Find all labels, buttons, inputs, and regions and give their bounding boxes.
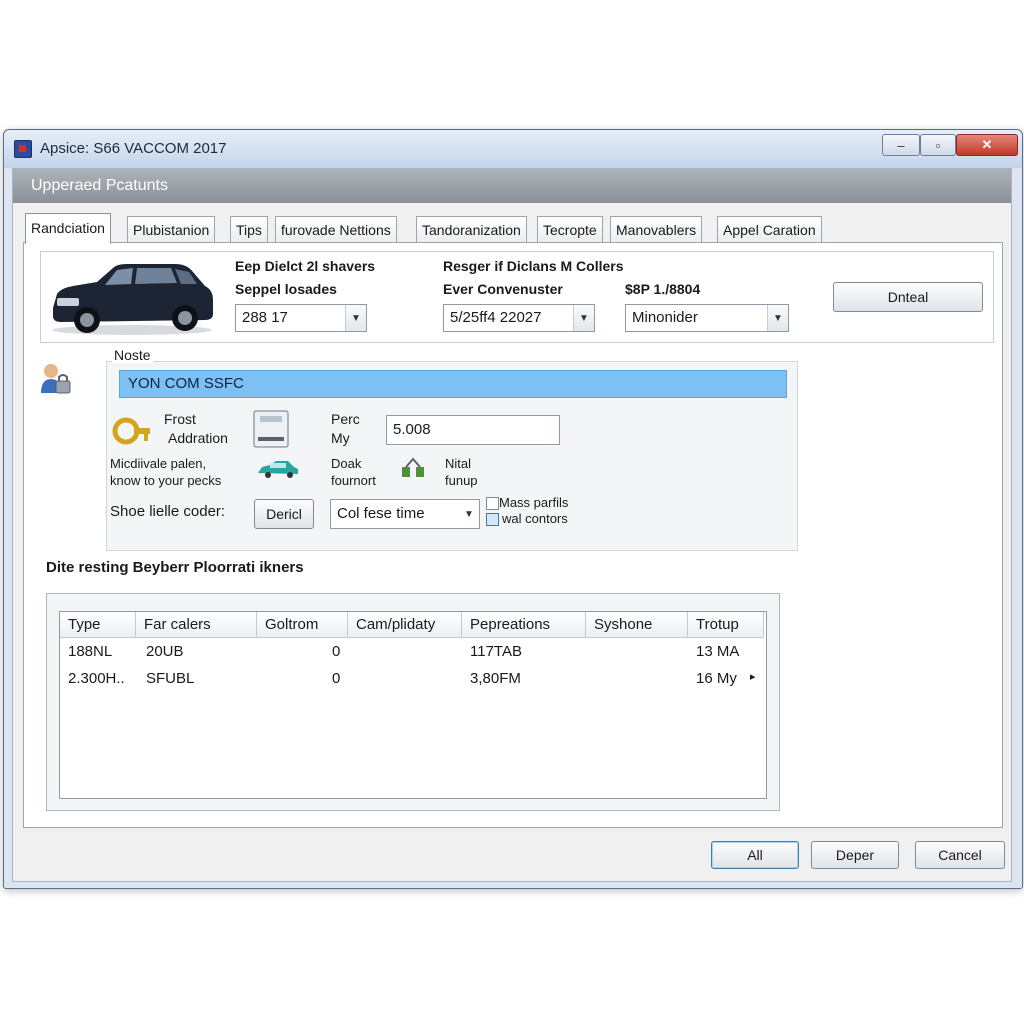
close-button[interactable]: ✕	[956, 134, 1018, 156]
drive-icon	[253, 410, 289, 448]
table-cell: 13 MA	[696, 643, 740, 660]
user-lock-icon	[41, 364, 71, 394]
app-icon	[14, 140, 32, 158]
field1-combo[interactable]: 288 17 ▼	[235, 304, 367, 332]
column-header-far-calers[interactable]: Far calers	[136, 612, 257, 638]
maximize-button[interactable]: ▫	[920, 134, 956, 156]
deper-button[interactable]: Deper	[811, 841, 899, 869]
table-cell: 20UB	[146, 643, 184, 660]
tab-randciation[interactable]: Randciation	[25, 213, 111, 244]
table-row[interactable]: 2.300H.. SFUBL 0 3,80FM 16 My ▸	[60, 667, 764, 693]
mass-parfils-label: Mass parfils	[499, 495, 569, 510]
table-cell: 188NL	[68, 643, 113, 660]
column-header-syshone[interactable]: Syshone	[586, 612, 688, 638]
field1-value: 288 17	[242, 309, 288, 326]
wal-contors-checkbox[interactable]	[486, 513, 499, 526]
dnteal-button[interactable]: Dnteal	[833, 282, 983, 312]
field2-label: Ever Convenuster	[443, 281, 563, 297]
column-header-type[interactable]: Type	[60, 612, 136, 638]
perc-value: 5.008	[393, 421, 431, 438]
all-button[interactable]: All	[711, 841, 799, 869]
mass-parfils-checkbox[interactable]	[486, 497, 499, 510]
network-icon	[402, 457, 424, 477]
chevron-right-icon[interactable]: ▸	[750, 670, 756, 683]
field2-title: Resger if Diclans M Collers	[443, 258, 624, 274]
table-row[interactable]: 188NL 20UB 0 117TAB 13 MA	[60, 640, 764, 666]
time-combo[interactable]: Col fese time ▼	[330, 499, 480, 529]
medivale-line2: know to your pecks	[110, 473, 222, 488]
key-icon	[112, 417, 150, 445]
chevron-down-icon[interactable]: ▼	[345, 305, 366, 331]
tab-manovablers[interactable]: Manovablers	[610, 216, 703, 243]
tab-tips[interactable]: Tips	[230, 216, 268, 243]
field2-value: 5/25ff4 22027	[450, 309, 542, 326]
cancel-button[interactable]: Cancel	[915, 841, 1005, 869]
vehicle-icon	[258, 461, 298, 478]
table-cell: 3,80FM	[470, 670, 521, 687]
field1-label: Seppel losades	[235, 281, 337, 297]
title-bar[interactable]: Apsice: S66 VACCOM 2017 – ▫ ✕	[4, 130, 1022, 168]
perc-label: Perc	[331, 411, 360, 427]
app-window: Apsice: S66 VACCOM 2017 – ▫ ✕ Upperaed P…	[3, 129, 1023, 889]
tab-plubistanion[interactable]: Plubistanion	[127, 216, 216, 243]
minimize-button[interactable]: –	[882, 134, 920, 156]
shoe-label: Shoe lielle coder:	[110, 503, 226, 520]
frost-label: Frost	[164, 411, 196, 427]
chevron-down-icon[interactable]: ▼	[767, 305, 788, 331]
column-header-goltrom[interactable]: Goltrom	[257, 612, 348, 638]
table-cell: 16 My	[696, 670, 737, 687]
time-combo-value: Col fese time	[337, 505, 425, 522]
table-frame: Type Far calers Goltrom Cam/plidaty Pepr…	[46, 593, 780, 811]
chevron-down-icon[interactable]: ▼	[573, 305, 594, 331]
page-title: Upperaed Pcatunts	[31, 177, 168, 194]
medivale-line1: Micdiivale palen,	[110, 456, 207, 471]
fournort-label: fournort	[331, 473, 376, 488]
column-header-cam-plidaty[interactable]: Cam/plidaty	[348, 612, 462, 638]
perc-input[interactable]: 5.008	[386, 415, 560, 445]
vehicle-group: Eep Dielct 2l shavers Seppel losades 288…	[40, 251, 994, 343]
tab-tecropte[interactable]: Tecropte	[537, 216, 603, 243]
results-table[interactable]: Type Far calers Goltrom Cam/plidaty Pepr…	[59, 611, 767, 799]
tab-furovade-nettions[interactable]: furovade Nettions	[275, 216, 397, 243]
mode-group-legend: Noste	[112, 347, 153, 363]
nital-label: Nital	[445, 456, 472, 471]
column-header-pepreations[interactable]: Pepreations	[462, 612, 586, 638]
window-title: Apsice: S66 VACCOM 2017	[40, 140, 227, 157]
selected-mode-row[interactable]: YON COM SSFC	[119, 370, 787, 398]
field1-title: Eep Dielct 2l shavers	[235, 258, 376, 274]
doak-label: Doak	[331, 456, 362, 471]
car-image	[52, 264, 213, 335]
chevron-down-icon[interactable]: ▼	[459, 500, 479, 528]
table-cell: 0	[332, 643, 341, 660]
tab-panel: Eep Dielct 2l shavers Seppel losades 288…	[23, 242, 1003, 828]
wal-contors-label: wal contors	[502, 511, 568, 526]
field3-combo[interactable]: Minonider ▼	[625, 304, 789, 332]
table-cell: SFUBL	[146, 670, 195, 687]
table-cell: 2.300H..	[68, 670, 125, 687]
tab-appel-caration[interactable]: Appel Caration	[717, 216, 822, 243]
section-title: Dite resting Beyberr Ploorrati ikners	[46, 559, 304, 576]
field3-label: $8P 1./8804	[625, 281, 701, 297]
window-client-area: Upperaed Pcatunts Randciation Plubistani…	[12, 168, 1012, 882]
table-cell: 117TAB	[470, 643, 522, 660]
selected-mode-text: YON COM SSFC	[128, 375, 244, 392]
field3-value: Minonider	[632, 309, 698, 326]
dericl-button[interactable]: Dericl	[254, 499, 314, 529]
tab-tandoranization[interactable]: Tandoranization	[416, 216, 527, 243]
header-band: Upperaed Pcatunts	[13, 169, 1011, 203]
addration-label: Addration	[168, 430, 228, 446]
column-header-trotup[interactable]: Trotup	[688, 612, 764, 638]
field2-combo[interactable]: 5/25ff4 22027 ▼	[443, 304, 595, 332]
my-label: My	[331, 430, 350, 446]
table-cell: 0	[332, 670, 341, 687]
funup-label: funup	[445, 473, 478, 488]
